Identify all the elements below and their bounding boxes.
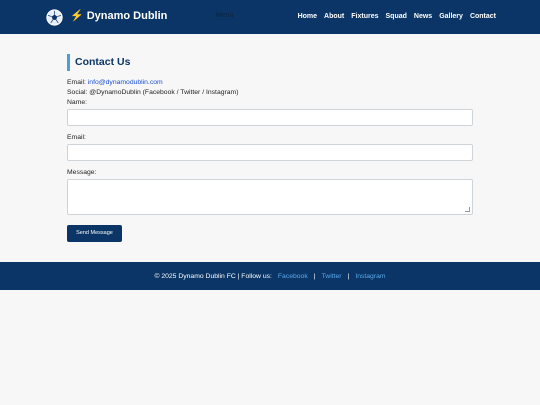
- footer-separator: |: [347, 272, 350, 280]
- contact-form: Name: Email: Message: Send Message: [67, 98, 473, 242]
- brand-name: Dynamo Dublin: [86, 10, 168, 22]
- nav-fixtures[interactable]: Fixtures: [351, 12, 378, 22]
- footer-link-instagram[interactable]: Instagram: [355, 273, 385, 280]
- social-line: Social: @DynamoDublin (Facebook / Twitte…: [67, 89, 239, 96]
- contact-section: Contact Us Email: info@dynamodublin.com …: [67, 54, 473, 242]
- soccer-ball-icon[interactable]: [46, 9, 63, 26]
- footer-copyright: © 2025 Dynamo Dublin FC | Follow us:: [154, 272, 272, 280]
- nav-about[interactable]: About: [324, 12, 344, 22]
- contact-email-link[interactable]: info@dynamodublin.com: [88, 79, 163, 86]
- name-field[interactable]: [67, 109, 473, 126]
- site-header: ⚡ Dynamo Dublin Menu Home About Fixtures …: [0, 0, 540, 34]
- contact-email-line: Email: info@dynamodublin.com: [67, 78, 473, 88]
- site-brand[interactable]: ⚡ Dynamo Dublin: [70, 9, 167, 24]
- message-label: Message:: [67, 169, 97, 176]
- message-field[interactable]: [67, 179, 473, 215]
- lightning-bolt-icon: ⚡: [70, 10, 84, 22]
- resize-handle-icon[interactable]: [465, 207, 470, 212]
- nav-home[interactable]: Home: [298, 12, 317, 22]
- footer-separator: |: [313, 272, 316, 280]
- nav-gallery[interactable]: Gallery: [439, 12, 463, 22]
- email-label: Email:: [67, 134, 86, 141]
- email-field[interactable]: [67, 144, 473, 161]
- site-footer: © 2025 Dynamo Dublin FC | Follow us: Fac…: [0, 262, 540, 290]
- footer-link-facebook[interactable]: Facebook: [278, 273, 308, 280]
- nav-news[interactable]: News: [414, 12, 432, 22]
- section-title: Contact Us: [67, 54, 473, 71]
- menu-toggle[interactable]: Menu: [216, 11, 234, 21]
- contact-email-label: Email:: [67, 79, 86, 86]
- footer-link-twitter[interactable]: Twitter: [322, 273, 342, 280]
- nav-squad[interactable]: Squad: [386, 12, 407, 22]
- nav-contact[interactable]: Contact: [470, 12, 496, 22]
- main-nav: Home About Fixtures Squad News Gallery C…: [298, 12, 496, 22]
- send-message-button[interactable]: Send Message: [67, 225, 122, 242]
- name-label: Name:: [67, 99, 88, 106]
